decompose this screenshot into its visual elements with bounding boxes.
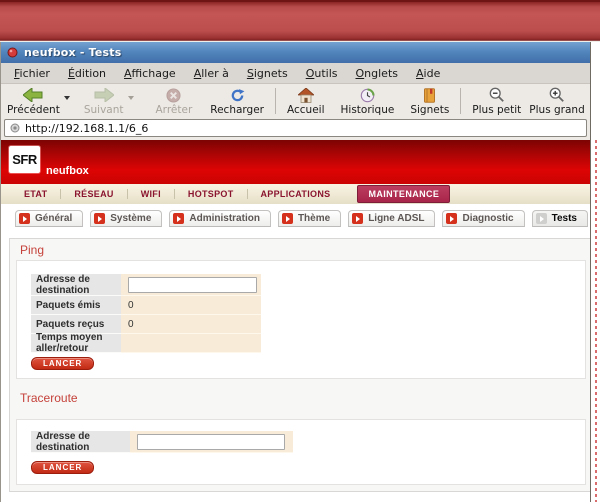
url-text: http://192.168.1.1/6_6 (25, 122, 148, 135)
nav-item-reseau[interactable]: RÉSEAU (60, 189, 126, 199)
menu-bar: Fichier Édition Affichage Aller à Signet… (1, 63, 590, 84)
reload-button[interactable]: Recharger (206, 87, 268, 116)
field-value: 0 (121, 296, 261, 315)
back-button[interactable]: Précédent (3, 87, 64, 116)
tab-arrow-icon (282, 213, 293, 224)
sub-tabs: Général Système Administration Thème Lig… (1, 208, 590, 227)
home-icon (298, 87, 314, 103)
field-label: Adresse de destination (31, 431, 130, 453)
tab-arrow-icon (446, 213, 457, 224)
red-dashed-edge-line (595, 140, 597, 502)
table-row: Adresse de destination (31, 431, 293, 453)
site-nav: ETAT RÉSEAU WIFI HOTSPOT APPLICATIONS MA… (1, 184, 590, 204)
screen: neufbox - Tests Fichier Édition Affichag… (0, 0, 600, 502)
zoom-out-button[interactable]: Plus petit (468, 87, 525, 116)
menu-edition[interactable]: Édition (59, 65, 115, 82)
field-value-cell (130, 431, 293, 453)
home-button[interactable]: Accueil (283, 87, 329, 116)
table-row: Paquets émis 0 (31, 296, 261, 315)
site-header: SFR neufbox (1, 140, 590, 184)
nav-item-etat[interactable]: ETAT (11, 189, 60, 199)
zoom-in-button[interactable]: Plus grand (525, 87, 588, 116)
ping-section-title: Ping (20, 243, 44, 257)
back-arrow-icon (23, 87, 43, 103)
nav-item-maintenance-active[interactable]: MAINTENANCE (357, 185, 450, 203)
history-button[interactable]: Historique (337, 87, 399, 116)
table-row: Adresse de destination (31, 274, 261, 296)
tab-administration[interactable]: Administration (169, 210, 271, 227)
site-favicon (10, 123, 20, 133)
tab-arrow-icon (94, 213, 105, 224)
traceroute-section-title: Traceroute (20, 391, 78, 405)
field-label: Temps moyen aller/retour (31, 334, 121, 353)
tab-arrow-icon (352, 213, 363, 224)
ping-panel: Adresse de destination Paquets émis 0 Pa… (16, 260, 586, 379)
reload-icon (230, 87, 245, 103)
forward-dropdown-caret[interactable] (128, 96, 134, 100)
field-value: 0 (121, 315, 261, 334)
menu-fichier[interactable]: Fichier (5, 65, 59, 82)
menu-signets[interactable]: Signets (238, 65, 297, 82)
tab-arrow-icon (173, 213, 184, 224)
zoom-out-icon (489, 87, 505, 103)
window-title: neufbox - Tests (24, 46, 122, 59)
nav-item-hotspot[interactable]: HOTSPOT (174, 189, 247, 199)
forward-arrow-icon (94, 87, 114, 103)
tab-arrow-icon (19, 213, 30, 224)
traceroute-panel: Adresse de destination LANCER (16, 419, 586, 485)
desktop-background-strip (0, 0, 600, 42)
field-value-cell (121, 274, 261, 296)
tab-systeme[interactable]: Système (90, 210, 162, 227)
menu-onglets[interactable]: Onglets (347, 65, 408, 82)
ping-lancer-button[interactable]: LANCER (31, 357, 94, 370)
bookmarks-icon (423, 87, 436, 103)
browser-window: neufbox - Tests Fichier Édition Affichag… (0, 42, 591, 502)
traceroute-table: Adresse de destination (31, 431, 293, 453)
history-icon (360, 87, 375, 103)
bookmarks-button[interactable]: Signets (406, 87, 453, 116)
menu-aller-a[interactable]: Aller à (185, 65, 238, 82)
zoom-in-icon (549, 87, 565, 103)
menu-affichage[interactable]: Affichage (115, 65, 185, 82)
forward-button[interactable]: Suivant (80, 87, 128, 116)
toolbar-separator (460, 88, 461, 114)
nav-item-applications[interactable]: APPLICATIONS (247, 189, 344, 199)
field-label: Paquets émis (31, 296, 121, 315)
menu-aide[interactable]: Aide (407, 65, 449, 82)
sfr-logo: SFR (9, 146, 40, 173)
traceroute-lancer-button[interactable]: LANCER (31, 461, 94, 474)
app-icon (7, 47, 18, 58)
tab-ligne-adsl[interactable]: Ligne ADSL (348, 210, 435, 227)
field-label: Adresse de destination (31, 274, 121, 296)
stop-icon (166, 87, 181, 103)
ping-destination-input[interactable] (128, 277, 257, 293)
tab-theme[interactable]: Thème (278, 210, 341, 227)
toolbar-separator (275, 88, 276, 114)
table-row: Temps moyen aller/retour (31, 334, 261, 353)
url-input[interactable]: http://192.168.1.1/6_6 (4, 119, 587, 137)
traceroute-destination-input[interactable] (137, 434, 285, 450)
page-viewport: SFR neufbox ETAT RÉSEAU WIFI HOTSPOT APP… (1, 140, 590, 502)
menu-outils[interactable]: Outils (297, 65, 347, 82)
maintenance-content: Ping Adresse de destination Paquets émis… (9, 238, 590, 492)
stop-button[interactable]: Arrêter (152, 87, 197, 116)
tab-tests-active[interactable]: Tests (532, 210, 588, 227)
nav-item-wifi[interactable]: WIFI (127, 189, 174, 199)
window-titlebar[interactable]: neufbox - Tests (1, 42, 590, 63)
url-bar-row: http://192.168.1.1/6_6 (1, 117, 590, 140)
back-dropdown-caret[interactable] (64, 96, 70, 100)
tab-diagnostic[interactable]: Diagnostic (442, 210, 524, 227)
ping-table: Adresse de destination Paquets émis 0 Pa… (31, 274, 261, 353)
browser-toolbar: Précédent Suivant Arr (1, 84, 590, 117)
tab-arrow-icon (536, 213, 547, 224)
product-name: neufbox (46, 165, 89, 177)
field-value (121, 334, 261, 353)
tab-general[interactable]: Général (15, 210, 83, 227)
